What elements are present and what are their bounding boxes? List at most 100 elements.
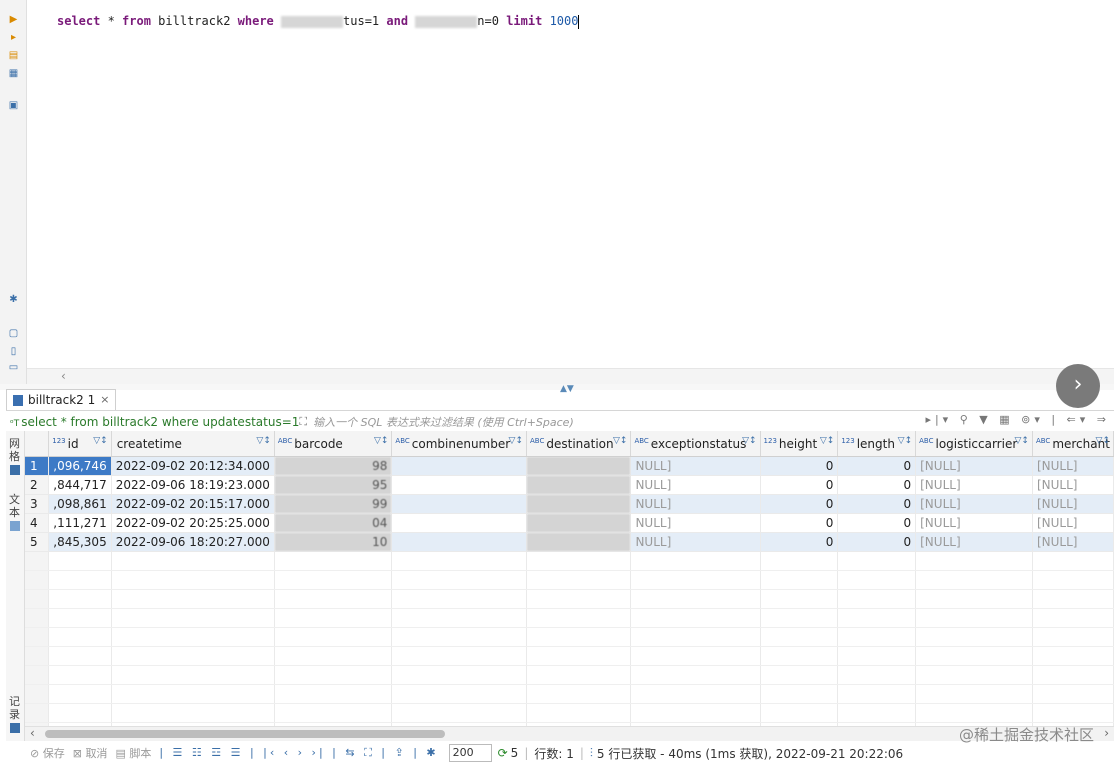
fetch-size-input[interactable]: 200 — [448, 744, 492, 762]
cell-height[interactable]: 0 — [760, 456, 839, 476]
table-row[interactable]: 4,111,271 2022-09-02 20:25:25.000 04 NULL] 0… — [25, 513, 1114, 533]
cell-merchant[interactable]: [NULL] — [1032, 513, 1114, 533]
filter-sort-icon[interactable]: ▽↕ — [1096, 436, 1110, 446]
grid-icon[interactable] — [10, 465, 20, 475]
cell-exceptionstatus[interactable]: NULL] — [630, 475, 761, 495]
cell-logisticcarrier[interactable]: [NULL] — [915, 494, 1033, 514]
explain-plan-icon[interactable]: ▦ — [8, 68, 19, 79]
execute-icon[interactable]: ▶ — [8, 14, 19, 25]
export-icon[interactable]: ▢ — [8, 328, 19, 339]
splitter-grip-icon[interactable]: ▲▼ — [560, 384, 574, 394]
row-number[interactable]: 1 — [25, 456, 50, 476]
cell-barcode[interactable]: 04 — [274, 513, 393, 533]
record-icon[interactable] — [10, 723, 20, 733]
cell-logisticcarrier[interactable]: [NULL] — [915, 513, 1033, 533]
close-icon[interactable]: × — [100, 390, 109, 410]
cell-length[interactable]: 0 — [837, 494, 917, 514]
column-header-barcode[interactable]: ABC barcode ▽↕ — [274, 431, 393, 457]
column-header-id[interactable]: 123 id ▽↕ — [48, 431, 112, 457]
cell-destination[interactable] — [526, 456, 632, 476]
cell-height[interactable]: 0 — [760, 532, 839, 552]
cell-length[interactable]: 0 — [837, 475, 917, 495]
table-row[interactable]: 3,098,861 2022-09-02 20:15:17.000 99 NULL] 0… — [25, 494, 1114, 514]
terminal-icon[interactable]: ▣ — [8, 100, 19, 111]
filter-sort-icon[interactable]: ▽↕ — [1014, 436, 1028, 446]
column-header-logisticcarrier[interactable]: ABC logisticcarrier ▽↕ — [915, 431, 1033, 457]
column-header-combinenumber[interactable]: ABC combinenumber ▽↕ — [391, 431, 528, 457]
cell-id[interactable]: ,844,717 — [48, 475, 112, 495]
column-header-exceptionstatus[interactable]: ABC exceptionstatus ▽↕ — [630, 431, 761, 457]
cell-destination[interactable] — [526, 513, 632, 533]
filter-sort-icon[interactable]: ▽↕ — [898, 436, 912, 446]
cell-combinenumber[interactable] — [391, 475, 528, 495]
cell-id[interactable]: ,098,861 — [48, 494, 112, 514]
cell-createtime[interactable]: 2022-09-06 18:20:27.000 — [111, 532, 275, 552]
cell-createtime[interactable]: 2022-09-06 18:19:23.000 — [111, 475, 275, 495]
column-header-height[interactable]: 123 height ▽↕ — [760, 431, 839, 457]
cancel-button[interactable]: ⊠ 取消 — [73, 745, 108, 761]
save-button[interactable]: ⊘ 保存 — [30, 745, 65, 761]
cell-barcode[interactable]: 98 — [274, 456, 393, 476]
cell-id[interactable]: ,096,746 — [48, 456, 112, 476]
cell-combinenumber[interactable] — [391, 513, 528, 533]
cell-barcode[interactable]: 10 — [274, 532, 393, 552]
editor-scrollbar[interactable]: ‹ — [27, 368, 1114, 385]
cell-exceptionstatus[interactable]: NULL] — [630, 513, 761, 533]
cell-merchant[interactable]: [NULL] — [1032, 494, 1114, 514]
cell-createtime[interactable]: 2022-09-02 20:15:17.000 — [111, 494, 275, 514]
cell-logisticcarrier[interactable]: [NULL] — [915, 532, 1033, 552]
panel-splitter[interactable]: ▲▼ — [0, 384, 1114, 394]
cell-barcode[interactable]: 95 — [274, 475, 393, 495]
cell-barcode[interactable]: 99 — [274, 494, 393, 514]
filter-sort-icon[interactable]: ▽↕ — [93, 436, 107, 446]
table-row[interactable]: 1,096,746 2022-09-02 20:12:34.000 98 NULL] 0… — [25, 456, 1114, 476]
script-button[interactable]: ▤ 脚本 — [115, 745, 151, 761]
filter-input[interactable]: 输入一个 SQL 表达式来过滤结果 (使用 Ctrl+Space) — [313, 414, 574, 430]
refresh-icon[interactable]: ⟳ — [498, 746, 508, 760]
cell-combinenumber[interactable] — [391, 494, 528, 514]
cell-destination[interactable] — [526, 475, 632, 495]
text-view-label[interactable]: 文本 — [9, 493, 21, 519]
cell-exceptionstatus[interactable]: NULL] — [630, 532, 761, 552]
column-header-length[interactable]: 123 length ▽↕ — [837, 431, 917, 457]
cell-length[interactable]: 0 — [837, 532, 917, 552]
cell-exceptionstatus[interactable]: NULL] — [630, 494, 761, 514]
filter-tools[interactable]: ▸|▾ ⚲ ▼ ▦ ⊚▾ | ⇐▾ ⇒ — [925, 413, 1110, 426]
cell-height[interactable]: 0 — [760, 494, 839, 514]
cell-id[interactable]: ,111,271 — [48, 513, 112, 533]
column-header-destination[interactable]: ABC destination ▽↕ — [526, 431, 632, 457]
cell-destination[interactable] — [526, 494, 632, 514]
result-grid[interactable]: 123 id ▽↕ createtime ▽↕ ABC barcode ▽↕ ABC combin… — [25, 431, 1114, 726]
cell-height[interactable]: 0 — [760, 475, 839, 495]
cell-length[interactable]: 0 — [837, 513, 917, 533]
text-icon[interactable] — [10, 521, 20, 531]
row-number[interactable]: 3 — [25, 494, 50, 514]
cell-exceptionstatus[interactable]: NULL] — [630, 456, 761, 476]
filter-sort-icon[interactable]: ▽↕ — [742, 436, 756, 446]
cell-createtime[interactable]: 2022-09-02 20:25:25.000 — [111, 513, 275, 533]
cell-logisticcarrier[interactable]: [NULL] — [915, 456, 1033, 476]
scroll-right-icon[interactable]: › — [1104, 726, 1109, 740]
execute-script-icon[interactable]: ▤ — [8, 50, 19, 61]
tab-results[interactable]: billtrack2 1 × — [6, 389, 117, 410]
filter-sort-icon[interactable]: ▽↕ — [820, 436, 834, 446]
execute-statement-icon[interactable]: ▸ — [8, 32, 19, 43]
cell-height[interactable]: 0 — [760, 513, 839, 533]
scroll-left-icon[interactable]: ‹ — [30, 726, 35, 740]
expand-icon[interactable]: ⛶ — [299, 415, 307, 429]
scroll-left-icon[interactable]: ‹ — [61, 369, 66, 383]
filter-sort-icon[interactable]: ▽↕ — [374, 436, 388, 446]
cell-combinenumber[interactable] — [391, 456, 528, 476]
table-row[interactable]: 2,844,717 2022-09-06 18:19:23.000 95 NULL] 0… — [25, 475, 1114, 495]
row-edit-tools[interactable]: | ☰ ☷ ☲ ☰ | |‹ ‹ › ›| | ⇆ ⛶ | ⇪ | ✱ — [159, 746, 438, 760]
grid-scrollbar[interactable]: ‹ › — [25, 726, 1114, 741]
cell-combinenumber[interactable] — [391, 532, 528, 552]
settings-icon[interactable]: ✱ — [8, 294, 19, 305]
column-header-createtime[interactable]: createtime ▽↕ — [111, 431, 275, 457]
record-view-label[interactable]: 记录 — [9, 695, 21, 721]
cell-id[interactable]: ,845,305 — [48, 532, 112, 552]
column-header-merchant[interactable]: ABC merchant ▽↕ — [1032, 431, 1114, 457]
cell-createtime[interactable]: 2022-09-02 20:12:34.000 — [111, 456, 275, 476]
scroll-thumb[interactable] — [45, 730, 445, 738]
cell-length[interactable]: 0 — [837, 456, 917, 476]
